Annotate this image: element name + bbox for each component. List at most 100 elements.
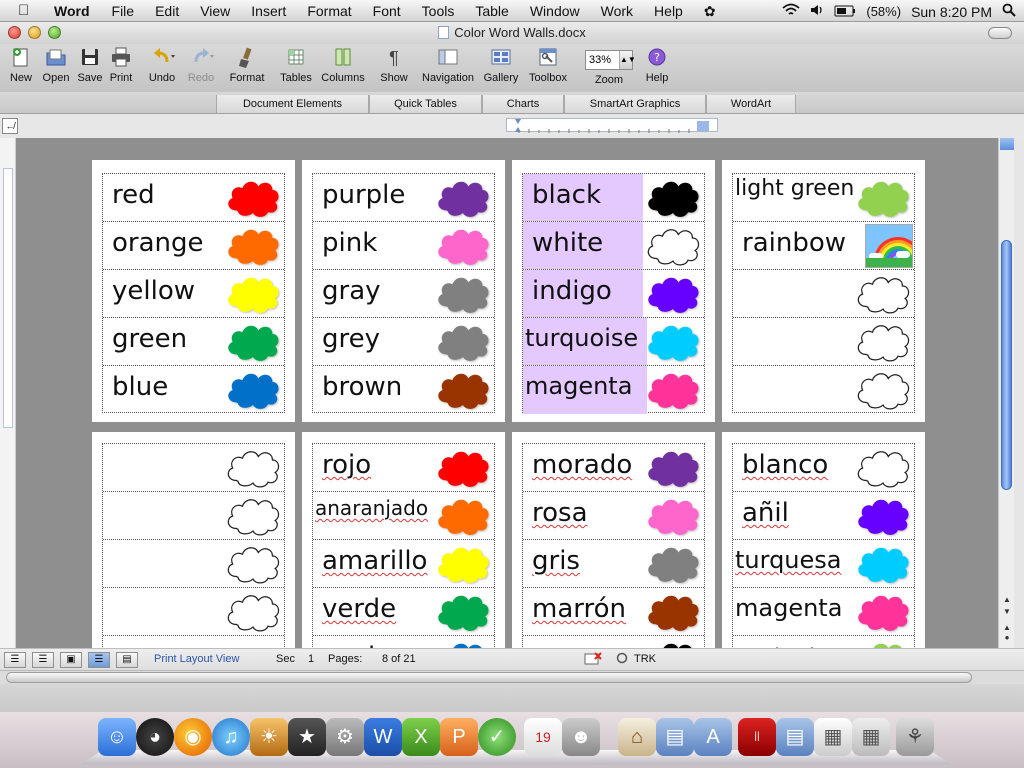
documents-stack-icon[interactable]: ▦ — [852, 718, 890, 756]
table-row[interactable]: morado — [523, 444, 704, 492]
document-canvas[interactable]: red orange yellow green blue purple pink gray gr… — [16, 138, 998, 648]
table-row[interactable]: gray — [313, 270, 494, 318]
zoom-window-button[interactable] — [48, 26, 61, 39]
iphoto-icon[interactable]: ☀ — [250, 718, 288, 756]
applications-folder-icon[interactable]: A — [694, 718, 732, 756]
menu-window[interactable]: Window — [530, 3, 580, 20]
minimize-window-button[interactable] — [28, 26, 41, 39]
table-row[interactable]: negro — [523, 636, 704, 648]
show-formatting-button[interactable]: ¶ Show — [378, 47, 410, 84]
excel-icon[interactable]: X — [402, 718, 440, 756]
gallery-button[interactable]: Gallery — [482, 47, 520, 84]
split-box[interactable] — [1000, 138, 1014, 150]
table-row[interactable]: verde claro — [733, 636, 914, 648]
table-row[interactable]: blue — [103, 366, 284, 414]
menubar-clock[interactable]: Sun 8:20 PM — [911, 4, 992, 20]
menu-edit[interactable]: Edit — [155, 3, 179, 20]
table-row[interactable]: rainbow — [733, 222, 914, 270]
open-button[interactable]: Open — [40, 47, 72, 84]
horizontal-scroll-thumb[interactable] — [6, 672, 972, 683]
table-row[interactable]: black — [523, 174, 704, 222]
downloads-stack-icon[interactable]: ▦ — [814, 718, 852, 756]
table-row[interactable]: los colores — [103, 636, 284, 648]
table-row[interactable]: magenta — [523, 366, 704, 414]
menu-table[interactable]: Table — [475, 3, 508, 20]
table-row[interactable] — [103, 540, 284, 588]
finder-icon[interactable]: ☺ — [98, 718, 136, 756]
menu-help[interactable]: Help — [654, 3, 683, 20]
wifi-icon[interactable] — [782, 3, 800, 20]
menu-format[interactable]: Format — [307, 3, 351, 20]
table-row[interactable]: light green — [733, 174, 914, 222]
trash-icon[interactable]: ⚘ — [896, 718, 934, 756]
table-row[interactable]: rojo — [313, 444, 494, 492]
draft-view-button[interactable]: ☰ — [4, 652, 26, 668]
table-row[interactable]: turquoise — [523, 318, 704, 366]
title-bar[interactable]: Color Word Walls.docx — [0, 22, 1024, 44]
script-menu-icon[interactable]: ✿ — [704, 3, 716, 20]
imovie-icon[interactable]: ★ — [288, 718, 326, 756]
table-row[interactable] — [733, 270, 914, 318]
rainbow-image[interactable] — [865, 224, 913, 268]
toolbar-toggle-button[interactable] — [988, 27, 1012, 39]
table-row[interactable]: green — [103, 318, 284, 366]
table-row[interactable]: añil — [733, 492, 914, 540]
menu-tools[interactable]: Tools — [422, 3, 455, 20]
itunes-icon[interactable]: ♫ — [212, 718, 250, 756]
table-row[interactable]: magenta — [733, 588, 914, 636]
menu-insert[interactable]: Insert — [251, 3, 286, 20]
system-preferences-icon[interactable]: ⚙ — [326, 718, 364, 756]
table-row[interactable]: red — [103, 174, 284, 222]
tab-smartart-graphics[interactable]: SmartArt Graphics — [564, 95, 706, 113]
spelling-status-icon[interactable] — [584, 652, 602, 669]
notebook-view-button[interactable]: ▤ — [116, 652, 138, 668]
print-button[interactable]: Print — [106, 47, 136, 84]
menu-font[interactable]: Font — [373, 3, 401, 20]
table-row[interactable]: orange — [103, 222, 284, 270]
vertical-scroll-thumb[interactable] — [1001, 240, 1012, 490]
apple-menu-icon[interactable]:  — [18, 2, 29, 19]
table-row[interactable] — [733, 366, 914, 414]
browse-object-icon[interactable]: ● — [1000, 632, 1014, 644]
table-row[interactable]: yellow — [103, 270, 284, 318]
tab-document-elements[interactable]: Document Elements — [216, 95, 369, 113]
ical-icon[interactable]: 19 — [524, 718, 562, 756]
table-row[interactable]: white — [523, 222, 704, 270]
redo-button[interactable]: Redo — [184, 47, 218, 84]
table-row[interactable]: rosa — [523, 492, 704, 540]
publishing-view-button[interactable]: ▣ — [60, 652, 82, 668]
tab-stop-selector[interactable]: ↚ — [2, 118, 18, 134]
undo-button[interactable]: Undo — [143, 47, 181, 84]
dashboard-icon[interactable]: ◕ — [136, 718, 174, 756]
vertical-scrollbar[interactable]: ▲ ▼ ▲ ● — [998, 138, 1014, 648]
format-painter-button[interactable]: Format — [226, 47, 268, 84]
battery-icon[interactable] — [834, 4, 856, 20]
table-row[interactable] — [103, 588, 284, 636]
table-row[interactable]: purple — [313, 174, 494, 222]
help-button[interactable]: ? Help — [642, 47, 672, 84]
navigation-button[interactable]: Navigation — [418, 47, 478, 84]
tab-charts[interactable]: Charts — [482, 95, 564, 113]
table-row[interactable]: verde — [313, 588, 494, 636]
home-folder-icon[interactable]: ⌂ — [618, 718, 656, 756]
tab-quick-tables[interactable]: Quick Tables — [369, 95, 482, 113]
menu-app-word[interactable]: Word — [54, 3, 90, 20]
documents-folder-icon[interactable]: ▤ — [656, 718, 694, 756]
table-row[interactable]: marrón — [523, 588, 704, 636]
folder-stack-icon[interactable]: ▤ — [776, 718, 814, 756]
close-window-button[interactable] — [8, 26, 21, 39]
table-row[interactable]: anaranjado — [313, 492, 494, 540]
table-row[interactable]: brown — [313, 366, 494, 414]
menu-file[interactable]: File — [112, 3, 135, 20]
horizontal-scrollbar[interactable] — [0, 670, 1024, 684]
table-row[interactable]: azul — [313, 636, 494, 648]
table-row[interactable]: turquesa — [733, 540, 914, 588]
zoom-dropdown-arrow-icon[interactable]: ▲▼ — [619, 51, 636, 69]
menu-view[interactable]: View — [200, 3, 230, 20]
powerpoint-icon[interactable]: P — [440, 718, 478, 756]
columns-button[interactable]: Columns — [318, 47, 368, 84]
entourage-icon[interactable]: ✓ — [478, 718, 516, 756]
volume-icon[interactable] — [810, 3, 824, 20]
table-row[interactable]: grey — [313, 318, 494, 366]
firefox-icon[interactable]: ◉ — [174, 718, 212, 756]
